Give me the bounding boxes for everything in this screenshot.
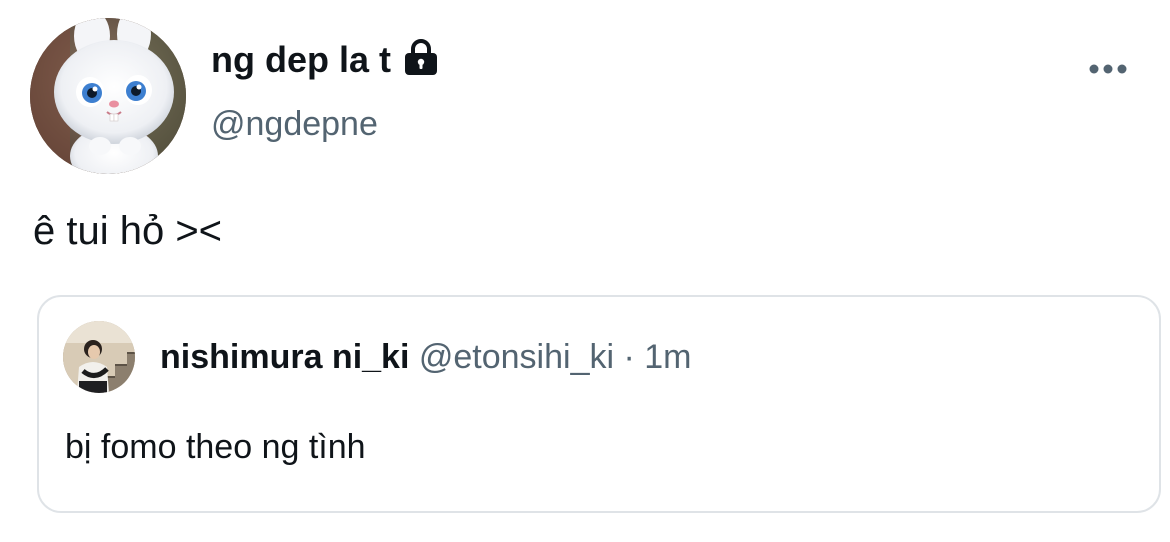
- quote-author-avatar[interactable]: [63, 321, 135, 393]
- quote-text: bị fomo theo ng tình: [65, 428, 366, 466]
- quote-author-username[interactable]: @etonsihi_ki: [419, 338, 614, 376]
- author-display-name[interactable]: ng dep la t: [211, 38, 441, 82]
- more-options-button[interactable]: [1082, 54, 1134, 84]
- quote-author-display-name[interactable]: nishimura ni_ki: [160, 338, 409, 376]
- author-display-name-text: ng dep la t: [211, 39, 391, 80]
- quote-timestamp[interactable]: 1m: [644, 338, 691, 376]
- author-username[interactable]: @ngdepne: [211, 102, 378, 146]
- quote-header: nishimura ni_ki @etonsihi_ki · 1m: [160, 334, 692, 380]
- more-options-icon: [1089, 64, 1127, 74]
- author-avatar[interactable]: [30, 18, 186, 174]
- quoted-tweet-card[interactable]: nishimura ni_ki @etonsihi_ki · 1m bị fom…: [37, 295, 1161, 513]
- tweet-text: ê tui hỏ ><: [33, 209, 223, 253]
- quote-separator: ·: [623, 338, 635, 376]
- lock-icon: [405, 39, 437, 75]
- bunny-avatar-icon: [30, 18, 186, 174]
- person-avatar-icon: [63, 321, 135, 393]
- tweet: ng dep la t @ngdepne ê tui hỏ >< nishimu…: [0, 0, 1170, 542]
